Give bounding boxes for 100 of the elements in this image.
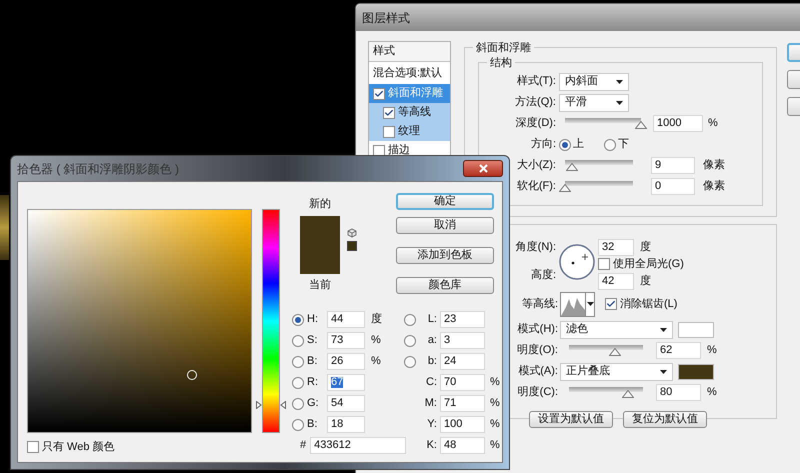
dialog-button[interactable]: 添加到色板 bbox=[396, 247, 494, 264]
field-label: 模式(H): bbox=[518, 322, 558, 338]
input-field[interactable]: 3 bbox=[440, 332, 485, 349]
global-light-checkbox[interactable]: 使用全局光(G) bbox=[598, 256, 684, 272]
unit-label: % bbox=[490, 417, 500, 432]
input-field[interactable]: 44 bbox=[327, 311, 365, 328]
slider-handle[interactable] bbox=[635, 120, 647, 128]
radio-button[interactable] bbox=[292, 398, 304, 410]
unit-label: % bbox=[707, 385, 717, 400]
field-value: 26 bbox=[331, 356, 344, 367]
field-value: 44 bbox=[331, 314, 344, 325]
list-item[interactable]: 纹理 bbox=[369, 122, 450, 141]
input-field[interactable]: 54 bbox=[327, 395, 365, 412]
field-label: K: bbox=[426, 438, 437, 454]
slider-handle[interactable] bbox=[608, 348, 621, 356]
input-field[interactable]: 1000 bbox=[653, 115, 703, 132]
field-label: H: bbox=[306, 312, 319, 328]
radio-button[interactable] bbox=[292, 418, 304, 430]
field-value: 32 bbox=[602, 242, 614, 253]
color-swatch[interactable] bbox=[678, 322, 714, 338]
dropdown[interactable]: 滤色 bbox=[560, 320, 673, 338]
dialog-button[interactable]: 取消 bbox=[396, 217, 494, 234]
slider-handle[interactable] bbox=[559, 184, 571, 192]
checkbox[interactable] bbox=[598, 258, 610, 270]
dropdown[interactable]: 内斜面 bbox=[559, 72, 629, 90]
color-field[interactable] bbox=[27, 209, 252, 433]
dialog-button[interactable]: 确定 bbox=[396, 193, 494, 210]
hue-slider-arrows-icon[interactable] bbox=[256, 401, 286, 409]
input-field[interactable]: 9 bbox=[651, 157, 695, 174]
input-field[interactable]: 0 bbox=[651, 178, 695, 195]
radio-button[interactable] bbox=[604, 138, 616, 150]
checkbox[interactable] bbox=[373, 88, 385, 100]
field-label: 等高线: bbox=[522, 296, 558, 312]
angle-dial[interactable] bbox=[558, 243, 596, 281]
dialog-button[interactable]: 颜色库 bbox=[396, 277, 494, 294]
field-label: G: bbox=[306, 396, 320, 412]
checkbox[interactable] bbox=[383, 106, 395, 118]
field-label: R: bbox=[306, 375, 319, 390]
input-field[interactable]: 73 bbox=[327, 332, 365, 349]
input-field[interactable]: 24 bbox=[440, 353, 485, 370]
web-colors-checkbox[interactable]: 只有 Web 颜色 bbox=[27, 439, 286, 456]
list-item[interactable]: 等高线 bbox=[369, 103, 450, 122]
dialog-button[interactable]: 设置为默认值 bbox=[529, 411, 613, 428]
field-label: M: bbox=[424, 396, 437, 412]
radio-button[interactable] bbox=[404, 314, 416, 326]
radio-option[interactable]: 上 bbox=[559, 136, 584, 153]
list-item[interactable]: 混合选项:默认 bbox=[369, 62, 450, 84]
input-field[interactable]: 48 bbox=[440, 437, 485, 454]
radio-button[interactable] bbox=[559, 138, 571, 150]
color-marker-icon bbox=[187, 370, 197, 380]
input-field[interactable]: 23 bbox=[440, 311, 485, 328]
input-field[interactable]: 26 bbox=[327, 353, 365, 370]
field-label: a: bbox=[428, 333, 437, 348]
caret-icon bbox=[616, 100, 623, 104]
checkbox[interactable] bbox=[383, 126, 395, 138]
input-field[interactable]: 433612 bbox=[310, 437, 406, 454]
radio-button[interactable] bbox=[292, 356, 304, 368]
caret-icon bbox=[660, 328, 667, 332]
radio-button[interactable] bbox=[292, 334, 304, 346]
checkbox[interactable] bbox=[605, 298, 617, 310]
field-label: 软化(F): bbox=[516, 179, 556, 194]
slider-handle[interactable] bbox=[566, 162, 578, 170]
input-field[interactable]: 18 bbox=[327, 416, 365, 433]
input-field[interactable]: 100 bbox=[440, 416, 485, 433]
anti-alias-checkbox[interactable]: 消除锯齿(L) bbox=[605, 296, 678, 312]
radio-button[interactable] bbox=[292, 314, 304, 326]
field-value: 71 bbox=[444, 398, 456, 409]
close-button[interactable] bbox=[463, 160, 503, 177]
dropdown[interactable]: 平滑 bbox=[559, 94, 629, 112]
field-label: # bbox=[300, 438, 306, 454]
input-field[interactable]: 67 bbox=[327, 374, 365, 391]
contour-picker[interactable] bbox=[560, 292, 595, 316]
field-label: b: bbox=[428, 354, 437, 370]
input-field[interactable]: 62 bbox=[656, 342, 701, 359]
field-value: 73 bbox=[331, 335, 344, 346]
dialog-button[interactable]: 复位为默认值 bbox=[623, 411, 707, 428]
input-field[interactable]: 70 bbox=[440, 374, 485, 391]
checkbox[interactable] bbox=[373, 144, 385, 156]
input-field[interactable]: 71 bbox=[440, 395, 485, 412]
web-safe-swatch[interactable] bbox=[347, 241, 357, 251]
dropdown[interactable]: 正片叠底 bbox=[560, 362, 673, 380]
input-field[interactable]: 80 bbox=[656, 384, 701, 401]
field-label: Y: bbox=[427, 417, 437, 432]
item-checkbox[interactable]: 纹理 bbox=[383, 123, 420, 140]
slider-handle[interactable] bbox=[622, 390, 634, 398]
list-header: 样式 bbox=[369, 42, 450, 62]
radio-button[interactable] bbox=[404, 356, 416, 368]
radio-button[interactable] bbox=[292, 376, 304, 388]
hue-strip[interactable] bbox=[262, 209, 280, 433]
caret-icon bbox=[586, 302, 594, 306]
radio-option[interactable]: 下 bbox=[604, 136, 629, 153]
radio-button[interactable] bbox=[404, 334, 416, 346]
field-value: 9 bbox=[655, 160, 662, 171]
input-field[interactable]: 32 bbox=[598, 239, 634, 256]
checkbox[interactable] bbox=[27, 441, 39, 454]
item-checkbox[interactable]: 等高线 bbox=[383, 104, 431, 121]
field-label: C: bbox=[426, 375, 437, 390]
color-swatch[interactable] bbox=[678, 364, 714, 380]
field-label: 方法(Q): bbox=[515, 94, 556, 110]
input-field[interactable]: 42 bbox=[598, 272, 634, 290]
